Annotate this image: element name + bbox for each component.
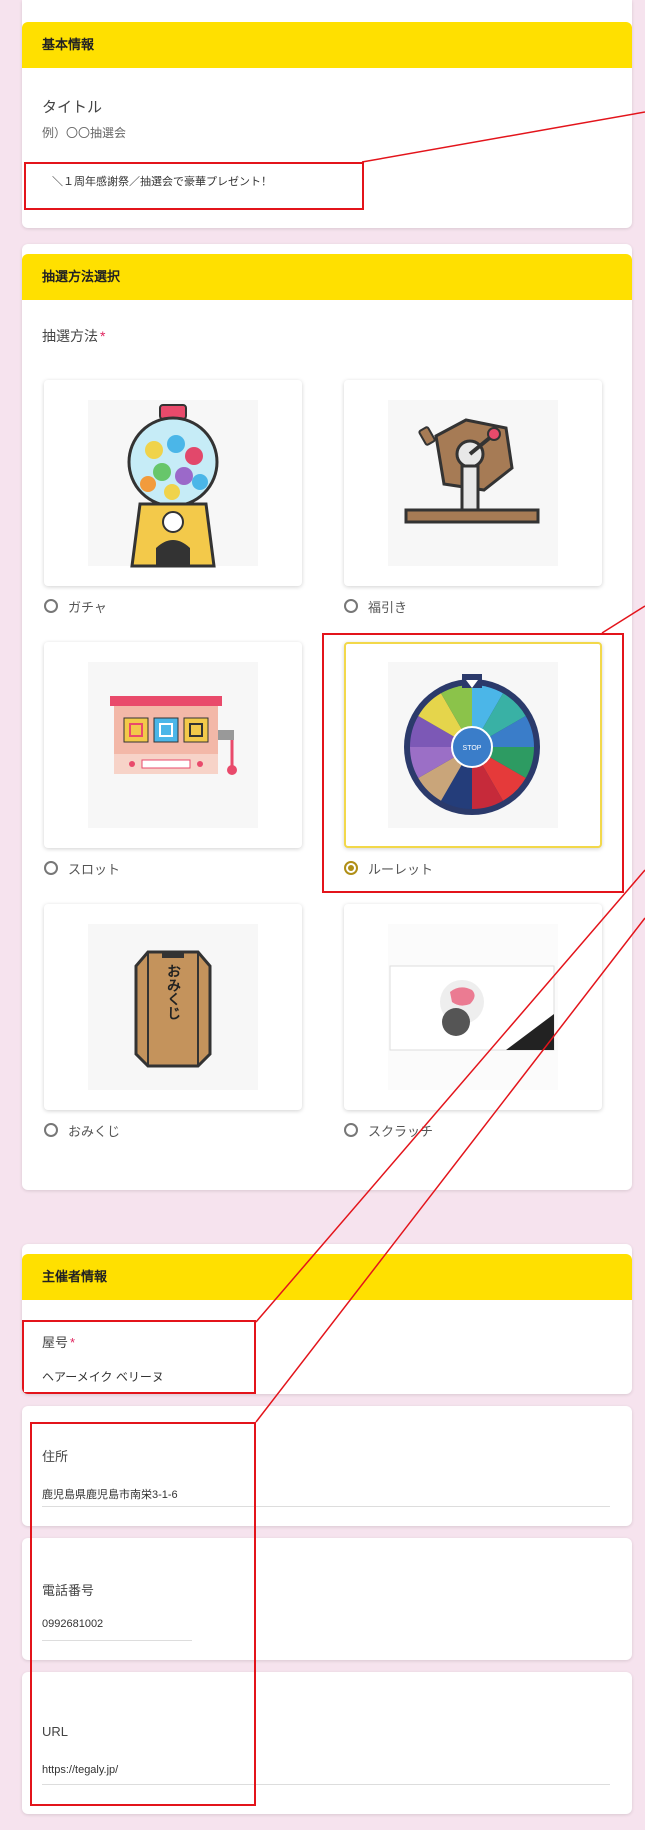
option-card-omikuji[interactable]: おみくじ [44, 904, 302, 1110]
option-label-scratch: スクラッチ [368, 1124, 434, 1139]
required-mark: * [100, 328, 106, 344]
option-label-gacha: ガチャ [68, 600, 107, 615]
title-hint: 例）〇〇抽選会 [42, 126, 127, 140]
organizer-card: 主催者情報 屋号 * ヘアーメイク ベリーヌ [22, 1244, 632, 1394]
annotation-box-roulette [322, 633, 624, 893]
method-card: 抽選方法選択 抽選方法 * ガチャ 福引き スロット STOP ルーレット おみ… [22, 244, 632, 1190]
omikuji-illustration: おみくじ [88, 924, 258, 1090]
slot-illustration [88, 662, 258, 828]
method-label: 抽選方法 * [42, 326, 105, 346]
option-label-slot: スロット [68, 862, 121, 877]
option-label-omikuji: おみくじ [68, 1124, 121, 1139]
annotation-box-title [24, 162, 364, 210]
fukubiki-illustration [388, 400, 558, 566]
annotation-box-shop [22, 1320, 256, 1394]
title-label: タイトル [42, 99, 103, 116]
radio-slot[interactable] [44, 861, 58, 875]
option-card-scratch[interactable] [344, 904, 602, 1110]
radio-omikuji[interactable] [44, 1123, 58, 1137]
radio-scratch[interactable] [344, 1123, 358, 1137]
option-card-gacha[interactable] [44, 380, 302, 586]
radio-gacha[interactable] [44, 599, 58, 613]
gacha-illustration [88, 400, 258, 568]
omikuji-box-text: おみくじ [165, 964, 181, 1020]
option-label-fukubiki: 福引き [368, 600, 408, 615]
radio-fukubiki[interactable] [344, 599, 358, 613]
annotation-box-contact [30, 1422, 256, 1806]
method-label-text: 抽選方法 [42, 328, 98, 344]
organizer-header: 主催者情報 [22, 1254, 632, 1300]
option-card-slot[interactable] [44, 642, 302, 848]
scratch-illustration [388, 924, 558, 1090]
option-card-fukubiki[interactable] [344, 380, 602, 586]
basic-info-card: 基本情報 タイトル 例）〇〇抽選会 ＼１周年感謝祭／抽選会で豪華プレゼント！ [22, 0, 632, 228]
basic-info-header: 基本情報 [22, 22, 632, 68]
method-header: 抽選方法選択 [22, 254, 632, 300]
